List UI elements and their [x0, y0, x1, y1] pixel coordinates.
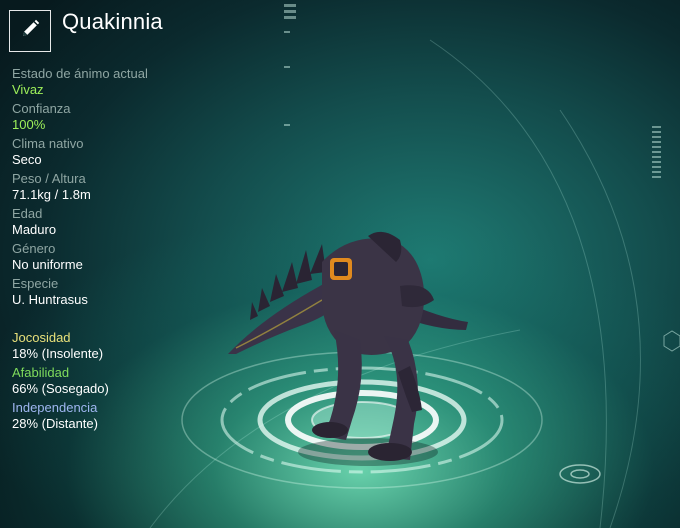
stat-label: Edad	[12, 206, 43, 221]
stat-age: Edad Maduro	[12, 206, 232, 238]
trait-label: Afabilidad	[12, 365, 70, 380]
stat-climate: Clima nativo Seco	[12, 136, 232, 168]
hud-markers	[284, 4, 661, 178]
trait-value: 66% (Sosegado)	[12, 381, 109, 396]
trait-independence: Independencia 28% (Distante)	[12, 400, 232, 432]
platform-rings	[181, 351, 601, 489]
stat-label: Clima nativo	[12, 136, 84, 151]
stat-value: 100%	[12, 117, 46, 132]
trait-label: Independencia	[12, 400, 98, 415]
trait-value: 28% (Distante)	[12, 416, 98, 431]
stat-confidence: Confianza 100%	[12, 101, 232, 133]
stat-value: Vivaz	[12, 82, 44, 97]
stat-label: Estado de ánimo actual	[12, 66, 148, 81]
creature-name: Quakinnia	[62, 9, 163, 34]
trait-value: 18% (Insolente)	[12, 346, 104, 361]
pencil-icon	[19, 18, 41, 45]
stat-weight-height: Peso / Altura 71.1kg / 1.8m	[12, 171, 232, 203]
stat-value: No uniforme	[12, 257, 83, 272]
stats-panel: Estado de ánimo actual Vivaz Confianza 1…	[12, 66, 232, 311]
stat-value: U. Huntrasus	[12, 292, 88, 307]
stat-label: Género	[12, 241, 56, 256]
stat-value: Maduro	[12, 222, 57, 237]
stat-label: Especie	[12, 276, 59, 291]
trait-label: Jocosidad	[12, 330, 71, 345]
stat-value: Seco	[12, 152, 42, 167]
stat-species: Especie U. Huntrasus	[12, 276, 232, 308]
trait-kindness: Afabilidad 66% (Sosegado)	[12, 365, 232, 397]
trait-playfulness: Jocosidad 18% (Insolente)	[12, 330, 232, 362]
stat-gender: Género No uniforme	[12, 241, 232, 273]
stat-label: Peso / Altura	[12, 171, 86, 186]
stat-mood: Estado de ánimo actual Vivaz	[12, 66, 232, 98]
hexagon-marker	[663, 330, 680, 352]
stat-value: 71.1kg / 1.8m	[12, 187, 91, 202]
stat-label: Confianza	[12, 101, 71, 116]
traits-panel: Jocosidad 18% (Insolente) Afabilidad 66%…	[12, 330, 232, 435]
edit-name-button[interactable]	[9, 10, 51, 52]
